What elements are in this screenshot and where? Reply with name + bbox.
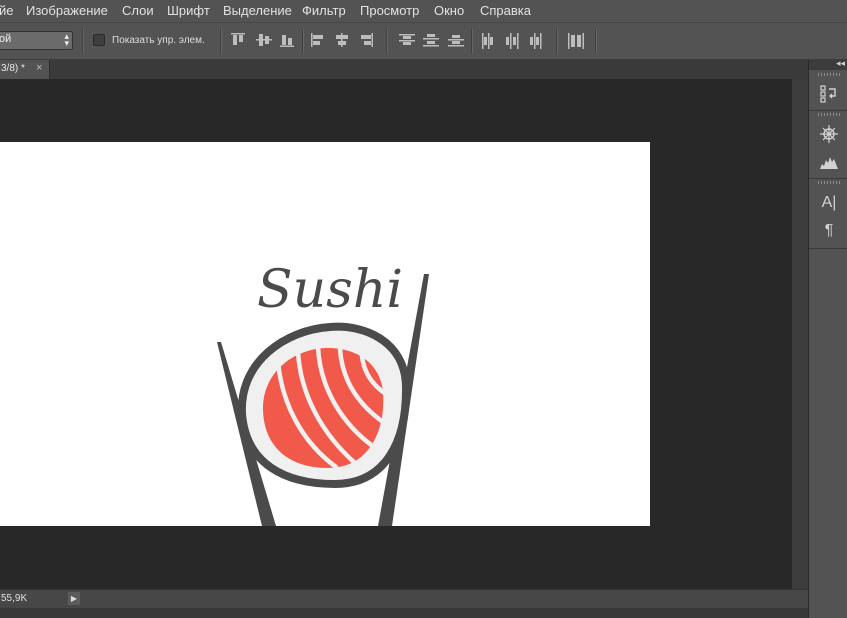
panel-grip[interactable]: [818, 73, 840, 76]
distribute-right-edges-icon[interactable]: [529, 33, 543, 49]
vertical-scrollbar[interactable]: [791, 79, 808, 589]
status-menu-arrow-icon[interactable]: ▶: [68, 592, 80, 605]
document-tab-title: 3/8) *: [1, 63, 25, 74]
toolbar-separator: [220, 29, 222, 53]
toolbar-separator: [82, 29, 84, 53]
panel-dock-header: ◂◂: [809, 58, 847, 70]
menu-layers[interactable]: Слои: [122, 3, 154, 19]
status-bar: 55,9K ▶: [0, 589, 808, 608]
document-tab-bar: 3/8) * ×: [0, 60, 808, 79]
menu-filter[interactable]: Фильтр: [302, 3, 346, 19]
menu-select[interactable]: Выделение: [223, 3, 292, 19]
toolbar-separator: [595, 29, 597, 53]
panel-grip[interactable]: [818, 181, 840, 184]
dropdown-value: ой: [0, 33, 12, 45]
options-bar: ой ▴ ▾ Показать упр. элем.: [0, 22, 847, 60]
panel-divider: [809, 178, 847, 179]
menu-bar: йе Изображение Слои Шрифт Выделение Филь…: [0, 0, 847, 22]
align-top-edges-icon[interactable]: [231, 33, 245, 47]
close-icon[interactable]: ×: [36, 62, 42, 74]
distribute-horizontal-centers-icon[interactable]: [505, 33, 519, 49]
horizontal-scrollbar[interactable]: [0, 608, 808, 618]
paragraph-icon[interactable]: ¶: [819, 221, 839, 241]
panel-dock: ◂◂ A| ¶: [808, 58, 847, 618]
panel-grip[interactable]: [818, 113, 840, 116]
menu-file[interactable]: йе: [0, 3, 14, 19]
toolbar-separator: [386, 29, 388, 53]
panel-divider: [809, 248, 847, 249]
auto-align-layers-icon[interactable]: [568, 33, 584, 49]
menu-image[interactable]: Изображение: [26, 3, 108, 19]
align-left-edges-icon[interactable]: [311, 33, 325, 47]
history-icon[interactable]: [819, 84, 839, 104]
collapse-panels-icon[interactable]: ◂◂: [836, 58, 845, 69]
align-vertical-centers-icon[interactable]: [256, 33, 272, 47]
distribute-bottom-edges-icon[interactable]: [448, 33, 464, 47]
menu-help[interactable]: Справка: [480, 3, 531, 19]
document-canvas[interactable]: Sushi: [0, 142, 650, 526]
show-transform-controls-checkbox[interactable]: [93, 34, 105, 46]
menu-type[interactable]: Шрифт: [167, 3, 210, 19]
canvas-area[interactable]: Sushi: [0, 79, 791, 589]
toolbar-separator: [302, 29, 304, 53]
align-horizontal-centers-icon[interactable]: [335, 33, 349, 47]
document-tab[interactable]: 3/8) * ×: [0, 60, 50, 79]
align-bottom-edges-icon[interactable]: [280, 33, 294, 47]
menu-view[interactable]: Просмотр: [360, 3, 419, 19]
distribute-vertical-centers-icon[interactable]: [423, 33, 439, 47]
toolbar-separator: [471, 29, 473, 53]
menu-window[interactable]: Окно: [434, 3, 464, 19]
distribute-left-edges-icon[interactable]: [481, 33, 495, 49]
updown-arrow-icon: ▴ ▾: [64, 31, 69, 48]
document-size-readout: 55,9K: [1, 593, 28, 604]
align-right-edges-icon[interactable]: [359, 33, 373, 47]
logo-text: Sushi: [257, 260, 403, 320]
show-transform-controls-label: Показать упр. элем.: [112, 35, 205, 46]
panel-divider: [809, 110, 847, 111]
navigator-icon[interactable]: [819, 124, 839, 144]
histogram-icon[interactable]: [819, 152, 839, 172]
sushi-logo-artwork: Sushi: [217, 260, 429, 526]
character-icon[interactable]: A|: [819, 193, 839, 213]
toolbar-separator: [556, 29, 558, 53]
distribute-top-edges-icon[interactable]: [399, 33, 415, 47]
auto-select-dropdown[interactable]: ой ▴ ▾: [0, 31, 73, 50]
